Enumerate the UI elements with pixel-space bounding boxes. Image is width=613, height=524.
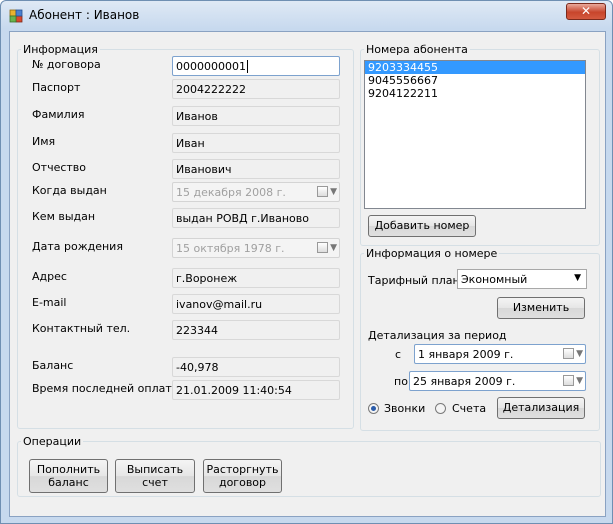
change-tariff-button[interactable]: Изменить [497,297,585,319]
number-info-group-legend: Информация о номере [366,247,498,260]
issued-by-label: Кем выдан [32,210,96,223]
contact-phone-field[interactable]: 223344 [172,320,340,340]
issue-date-label: Когда выдан [32,184,107,197]
window-title: Абонент : Иванов [29,8,140,22]
last-name-label: Фамилия [32,108,85,121]
last-name-value: Иванов [176,110,218,123]
add-number-button[interactable]: Добавить номер [368,215,476,237]
patronymic-field[interactable]: Иванович [172,159,340,179]
calendar-icon[interactable]: ▼ [315,185,337,199]
to-label: по [394,375,408,388]
from-date-picker[interactable]: 1 января 2009 г. ▼ [414,344,586,364]
passport-field[interactable]: 2004222222 [172,79,340,99]
issue-date-date-picker[interactable]: 15 декабря 2008 г. ▼ [172,182,340,202]
email-value: ivanov@mail.ru [176,298,263,311]
text-cursor: ​ [247,60,248,73]
calendar-icon[interactable]: ▼ [561,347,583,361]
first-name-field[interactable]: Иван [172,133,340,153]
chevron-down-icon: ▼ [574,273,581,283]
numbers-listbox[interactable]: 9203334455 9045556667 9204122211 [364,60,586,209]
last-name-field[interactable]: Иванов [172,106,340,126]
detail-period-label: Детализация за период [368,329,507,342]
calls-radio[interactable] [368,403,379,414]
birth-date-value: 15 октября 1978 г. [176,242,285,255]
calendar-icon[interactable]: ▼ [561,374,583,388]
contract-number-field[interactable]: 0000000001​ [172,56,340,76]
patronymic-value: Иванович [176,163,232,176]
contact-phone-label: Контактный тел. [32,322,131,335]
client-area: Информация Номера абонента 9203334455 90… [9,31,606,517]
tariff-select[interactable]: Экономный ▼ [457,269,587,289]
birth-date-label: Дата рождения [32,240,123,253]
app-icon [9,9,23,23]
address-field[interactable]: г.Воронеж [172,268,340,288]
issue-invoice-button[interactable]: Выписать счет [115,459,195,493]
main-window: Абонент : Иванов ✕ Информация Номера або… [0,0,613,524]
close-button[interactable]: ✕ [566,3,606,20]
patronymic-label: Отчество [32,161,87,174]
top-up-balance-button[interactable]: Пополнить баланс [29,459,108,493]
issued-by-field[interactable]: выдан РОВД г.Иваново [172,208,340,228]
to-date-picker[interactable]: 25 января 2009 г. ▼ [409,371,586,391]
from-date-value: 1 января 2009 г. [418,348,514,361]
last-payment-time-label: Время последней оплаты [32,382,181,395]
first-name-value: Иван [176,137,205,150]
number-item[interactable]: 9203334455 [365,61,585,74]
last-payment-time-field[interactable]: 21.01.2009 11:40:54 [172,380,340,400]
contact-phone-value: 223344 [176,324,218,337]
balance-field[interactable]: -40,978 [172,357,340,377]
email-label: E-mail [32,296,67,309]
contract-number-label: № договора [32,58,101,71]
to-date-value: 25 января 2009 г. [413,375,516,388]
address-label: Адрес [32,270,67,283]
numbers-group-legend: Номера абонента [366,43,468,56]
number-item[interactable]: 9204122211 [365,87,585,100]
title-bar[interactable]: Абонент : Иванов ✕ [1,1,612,31]
balance-value: -40,978 [176,361,219,374]
terminate-contract-button[interactable]: Расторгнуть договор [203,459,282,493]
first-name-label: Имя [32,135,56,148]
passport-label: Паспорт [32,81,81,94]
number-item[interactable]: 9045556667 [365,74,585,87]
contract-number-value: 0000000001 [176,60,246,73]
info-group-legend: Информация [23,43,98,56]
calendar-icon[interactable]: ▼ [315,241,337,255]
detail-button[interactable]: Детализация [497,397,585,419]
passport-value: 2004222222 [176,83,246,96]
from-label: с [395,348,402,361]
issue-date-value: 15 декабря 2008 г. [176,186,286,199]
issued-by-value: выдан РОВД г.Иваново [176,212,309,225]
close-icon: ✕ [580,4,592,18]
address-value: г.Воронеж [176,272,238,285]
calls-radio-label[interactable]: Звонки [384,402,425,415]
birth-date-date-picker[interactable]: 15 октября 1978 г. ▼ [172,238,340,258]
bills-radio-label[interactable]: Счета [452,402,486,415]
operations-group-legend: Операции [23,435,82,448]
tariff-label: Тарифный план [368,274,460,287]
balance-label: Баланс [32,359,74,372]
last-payment-time-value: 21.01.2009 11:40:54 [176,384,292,397]
tariff-value: Экономный [461,273,528,286]
bills-radio[interactable] [435,403,446,414]
email-field[interactable]: ivanov@mail.ru [172,294,340,314]
